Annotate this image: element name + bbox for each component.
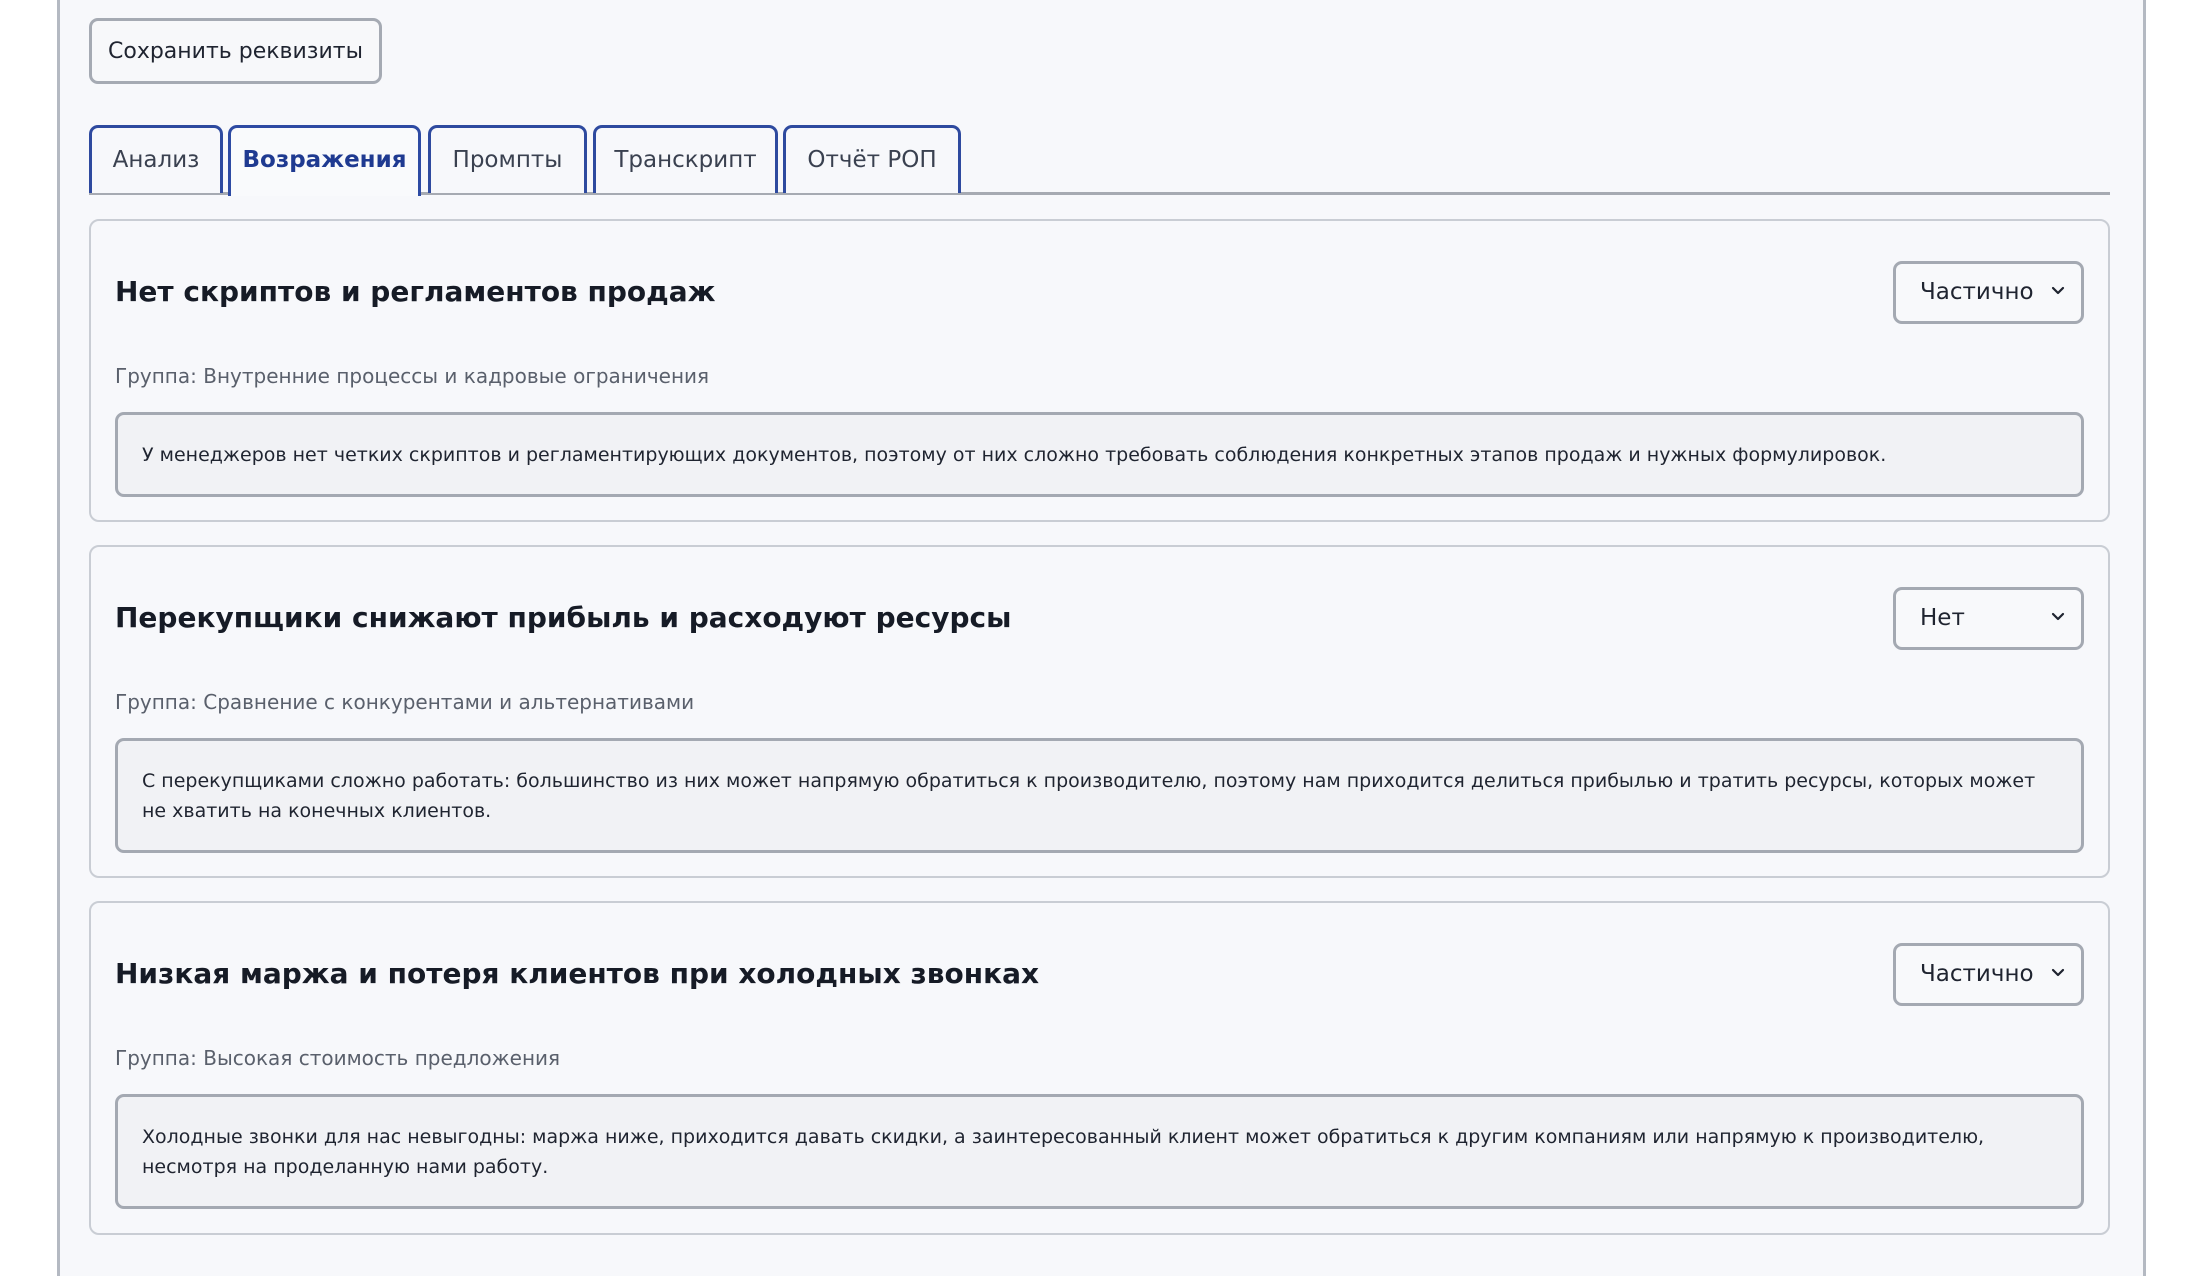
objection-status-value: Частично (1920, 961, 2034, 987)
objection-status-select[interactable]: Частично (1893, 261, 2084, 324)
objection-status-select[interactable]: Частично (1893, 943, 2084, 1006)
objection-title: Перекупщики снижают прибыль и расходуют … (115, 601, 1012, 634)
objection-group: Группа: Высокая стоимость предложения (115, 1046, 561, 1070)
objection-group: Группа: Внутренние процессы и кадровые о… (115, 364, 710, 388)
objection-title: Нет скриптов и регламентов продаж (115, 275, 716, 308)
objection-description: Холодные звонки для нас невыгодны: маржа… (115, 1094, 2084, 1209)
objection-description: У менеджеров нет четких скриптов и регла… (115, 412, 2084, 497)
objection-description: С перекупщиками сложно работать: большин… (115, 738, 2084, 853)
chevron-down-icon (2051, 968, 2065, 977)
objection-status-value: Частично (1920, 279, 2034, 305)
tab-bar: Анализ Возражения Промпты Транскрипт Отч… (89, 125, 2110, 196)
objection-title: Низкая маржа и потеря клиентов при холод… (115, 957, 1040, 990)
chevron-down-icon (2051, 612, 2065, 621)
tab-objections[interactable]: Возражения (228, 125, 421, 196)
tab-analysis[interactable]: Анализ (89, 125, 223, 193)
objection-card: Низкая маржа и потеря клиентов при холод… (89, 901, 2110, 1235)
objection-status-value: Нет (1920, 605, 1965, 631)
objection-status-select[interactable]: Нет (1893, 587, 2084, 650)
objection-card: Перекупщики снижают прибыль и расходуют … (89, 545, 2110, 878)
chevron-down-icon (2051, 286, 2065, 295)
tab-rop-report[interactable]: Отчёт РОП (783, 125, 961, 193)
objection-card: Нет скриптов и регламентов продаж Частич… (89, 219, 2110, 522)
save-details-button[interactable]: Сохранить реквизиты (89, 18, 382, 84)
tab-transcript[interactable]: Транскрипт (593, 125, 778, 193)
tab-prompts[interactable]: Промпты (428, 125, 587, 193)
objection-group: Группа: Сравнение с конкурентами и альте… (115, 690, 695, 714)
